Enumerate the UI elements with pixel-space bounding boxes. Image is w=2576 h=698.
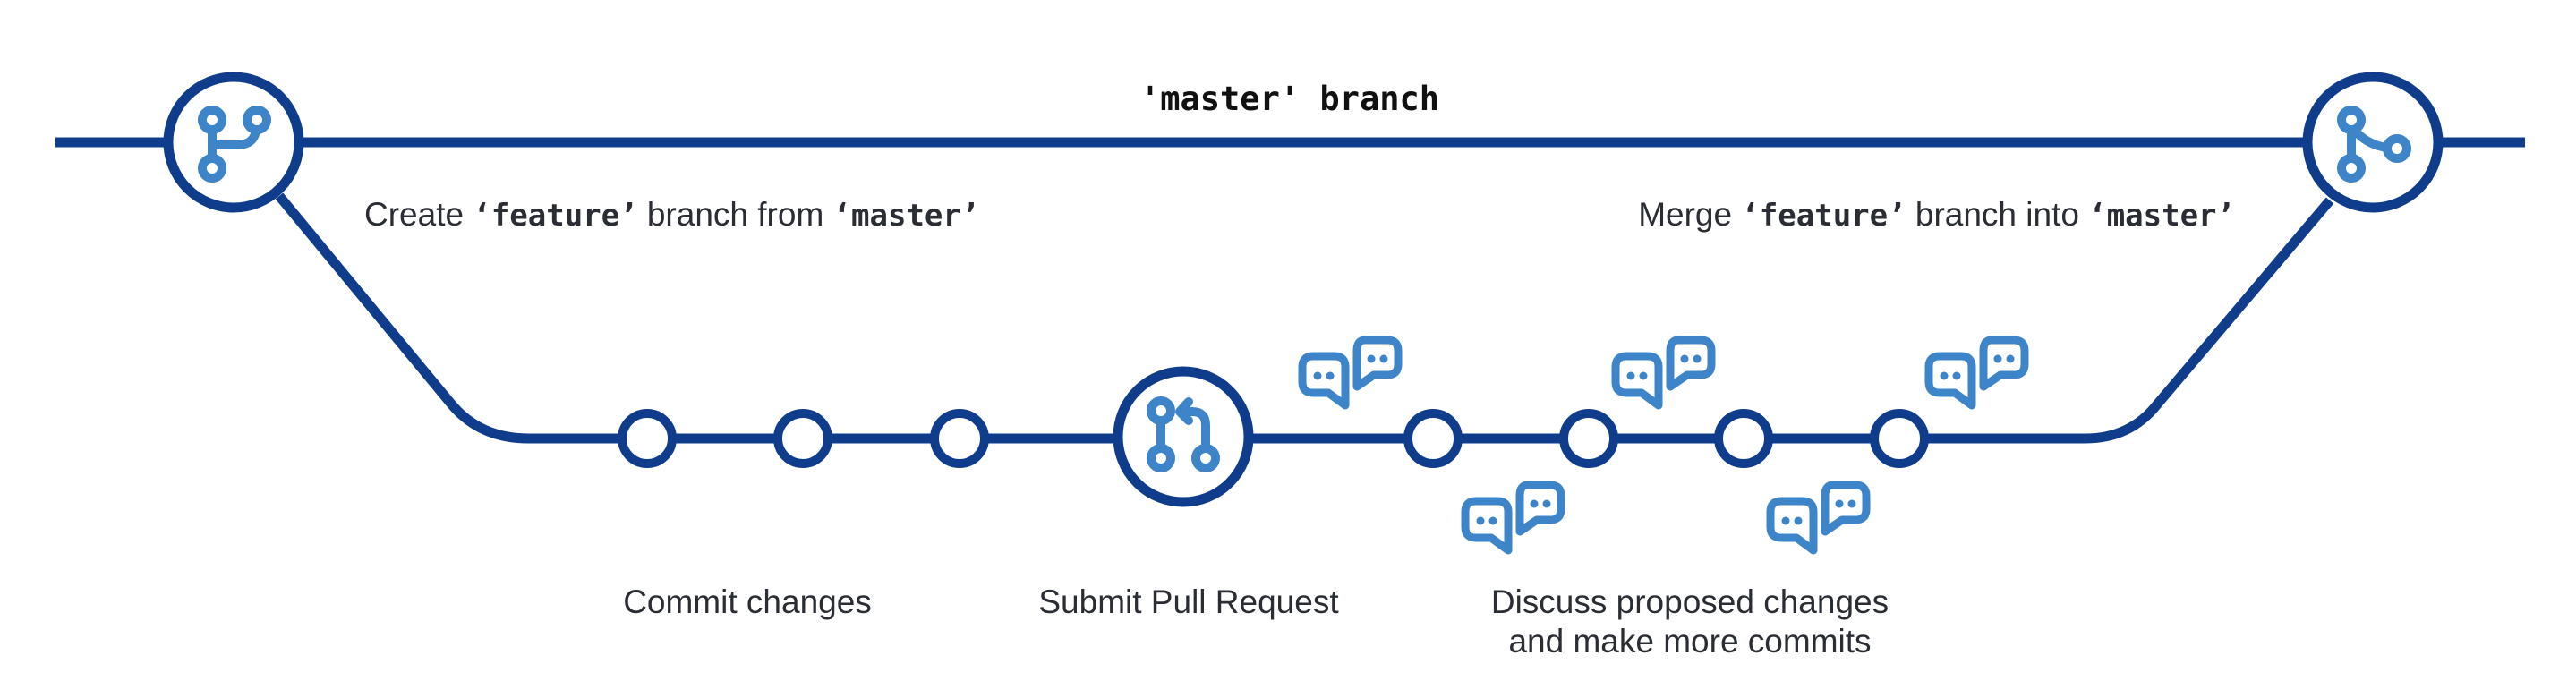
- commit-node: [1870, 409, 1929, 468]
- master-branch-title: 'master' branch: [1140, 80, 1439, 118]
- chat-bubbles-icon: [1302, 340, 1398, 405]
- chat-bubbles-icon: [1465, 485, 1561, 550]
- commit-node: [618, 409, 677, 468]
- merge-label-text: Merge: [1638, 196, 1741, 233]
- chat-bubbles-icon: [1770, 485, 1866, 550]
- merge-label-master-code: ‘master’: [2088, 198, 2235, 234]
- commit-node: [1559, 409, 1618, 468]
- create-label-feature-code: ‘feature’: [473, 198, 637, 234]
- chat-bubbles-icon: [1929, 340, 2025, 405]
- merge-branch-node: [2302, 72, 2444, 213]
- submit-pull-request-label: Submit Pull Request: [1038, 583, 1339, 620]
- commit-node: [930, 409, 989, 468]
- merge-branch-label: Merge ‘feature’ branch into ‘master’: [1638, 196, 2235, 234]
- commit-node: [773, 409, 832, 468]
- create-label-text: branch from: [638, 196, 833, 233]
- discuss-label-line2: and make more commits: [1508, 623, 1871, 660]
- diagram-canvas: 'master' branch Create ‘feature’ branch …: [55, 72, 2525, 660]
- create-label-master-code: ‘master’: [833, 198, 980, 234]
- commit-node: [1403, 409, 1463, 468]
- commit-nodes-before-pr: [618, 409, 989, 468]
- commit-changes-label: Commit changes: [623, 583, 872, 620]
- merge-label-text: branch into: [1906, 196, 2089, 233]
- pull-request-node: [1113, 366, 1254, 507]
- pull-request-circle: [1113, 366, 1254, 507]
- create-label-text: Create: [364, 196, 473, 233]
- discuss-label-line1: Discuss proposed changes: [1491, 583, 1889, 620]
- commit-node: [1714, 409, 1773, 468]
- git-flow-diagram: 'master' branch Create ‘feature’ branch …: [0, 0, 2576, 698]
- create-branch-node: [163, 72, 304, 213]
- chat-bubbles-icon: [1616, 340, 1711, 405]
- merge-label-feature-code: ‘feature’: [1741, 198, 1906, 234]
- create-branch-label: Create ‘feature’ branch from ‘master’: [364, 196, 979, 234]
